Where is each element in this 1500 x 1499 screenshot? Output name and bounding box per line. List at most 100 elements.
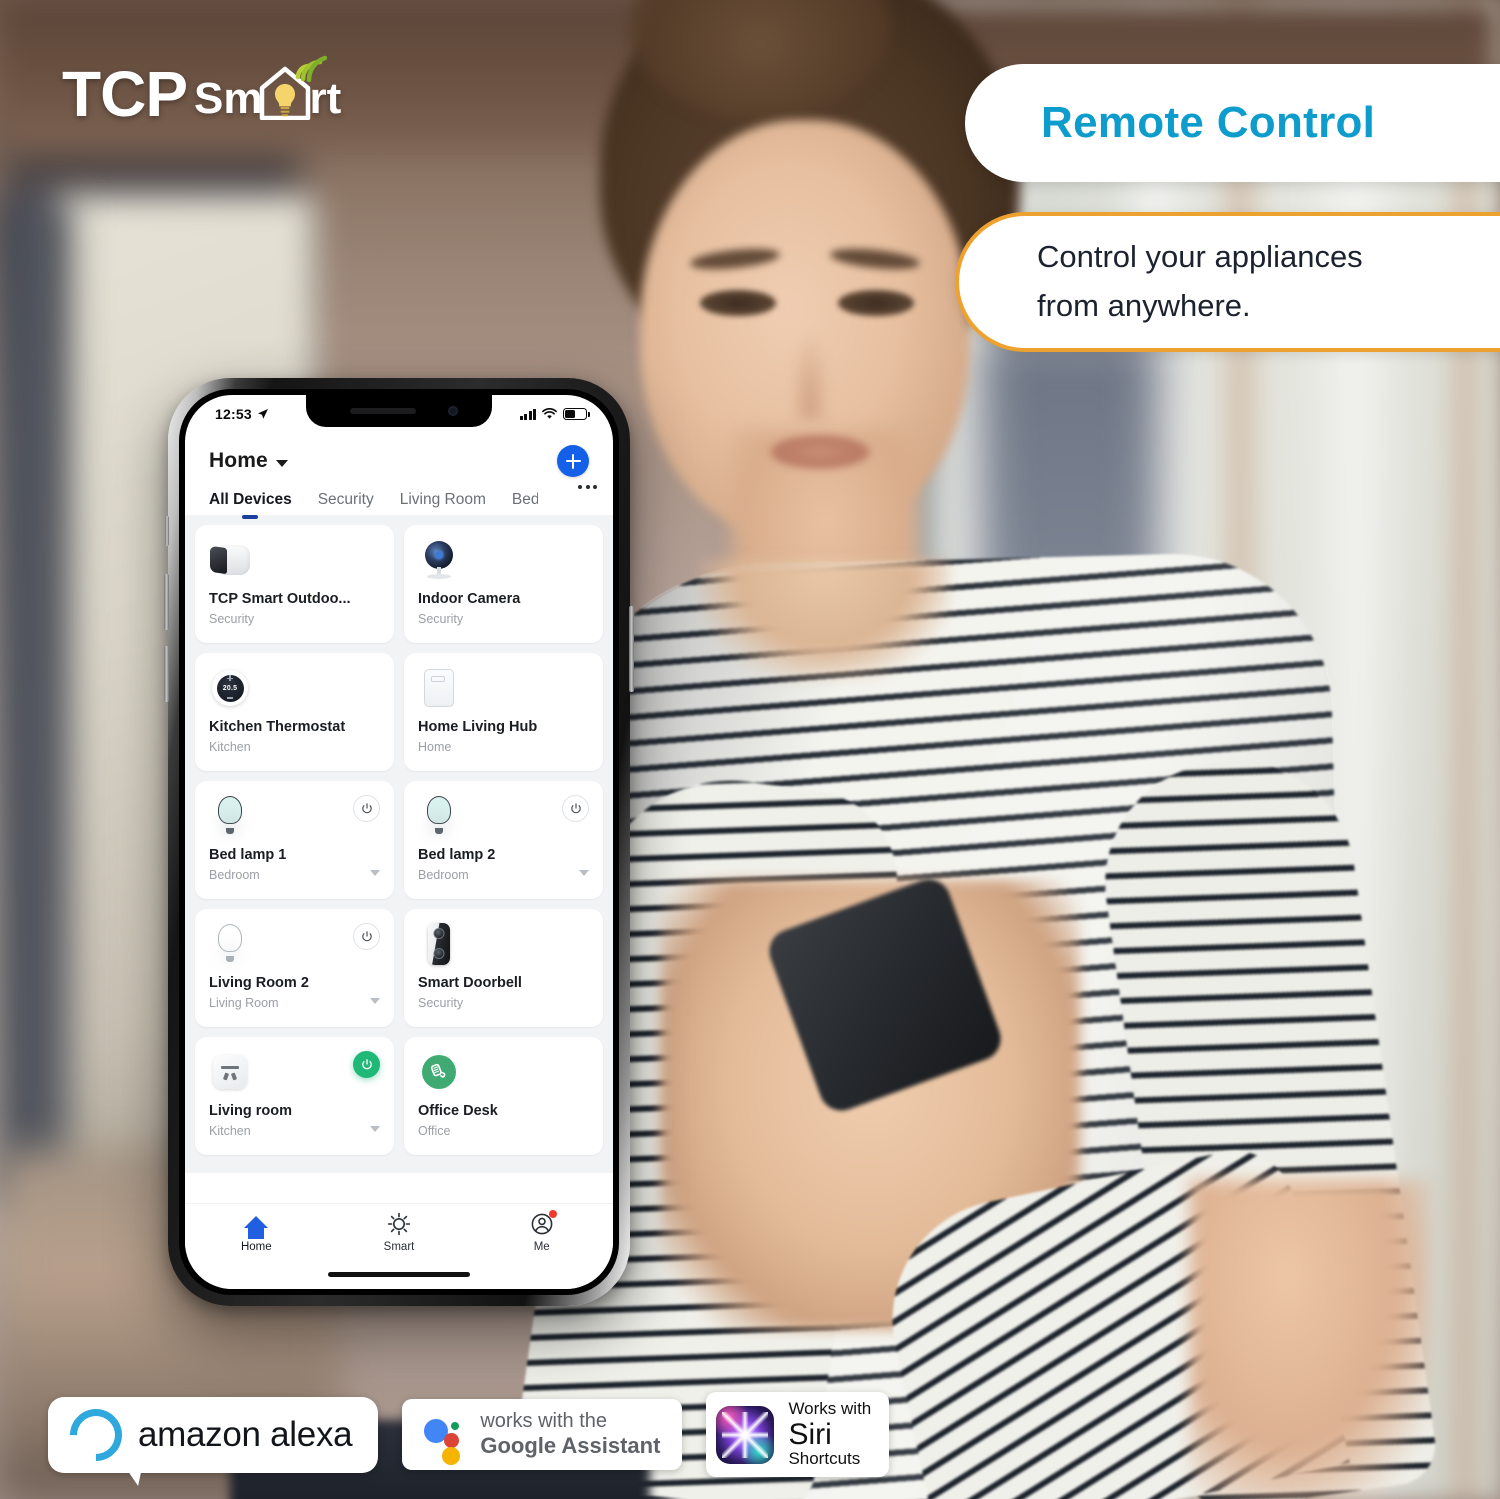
wifi-icon: [542, 408, 557, 419]
chevron-down-icon[interactable]: [370, 869, 380, 876]
tab-all-devices[interactable]: All Devices: [209, 491, 292, 519]
status-bar-time: 12:53: [215, 406, 252, 422]
more-horizontal-icon[interactable]: [578, 485, 597, 489]
phone-volume-up-button[interactable]: [164, 574, 169, 630]
chevron-down-icon[interactable]: [370, 1125, 380, 1132]
nav-item-smart[interactable]: Smart: [328, 1212, 471, 1253]
profile-icon: [530, 1210, 557, 1236]
socket-icon: [209, 1051, 251, 1093]
logo-house-bulb-icon: [259, 55, 328, 120]
nav-item-me[interactable]: Me: [470, 1210, 613, 1253]
device-card[interactable]: Smart Doorbell Security: [404, 909, 603, 1027]
front-camera-icon: [448, 406, 458, 416]
device-power-toggle[interactable]: [353, 1051, 380, 1078]
tab-security[interactable]: Security: [318, 491, 374, 515]
device-name: Bed lamp 2: [418, 847, 496, 863]
device-card[interactable]: Office Desk Office: [404, 1037, 603, 1155]
location-arrow-icon: [257, 409, 268, 419]
device-room: Bedroom: [209, 868, 260, 882]
device-card[interactable]: Living Room 2 Living Room: [195, 909, 394, 1027]
device-card[interactable]: Bed lamp 1 Bedroom: [195, 781, 394, 899]
phone-power-button[interactable]: [629, 606, 634, 692]
google-assistant-dots-icon: [424, 1413, 464, 1465]
chevron-down-icon[interactable]: [370, 997, 380, 1004]
wifi-signal-icon: [296, 55, 328, 82]
smart-plug-icon: [418, 1051, 460, 1093]
add-device-button[interactable]: [557, 445, 589, 477]
power-icon: [361, 802, 372, 813]
thermostat-icon: 20.5: [209, 667, 251, 709]
photo-person-nose: [790, 330, 830, 420]
logo-tcp-text: TCP: [62, 58, 188, 131]
headline-text: Remote Control: [1041, 98, 1376, 147]
nav-item-home[interactable]: Home: [185, 1212, 328, 1253]
photo-person-elbow: [1190, 1180, 1430, 1499]
earpiece-speaker: [350, 408, 416, 414]
device-name: Home Living Hub: [418, 719, 538, 735]
tab-all-devices-label: All Devices: [209, 491, 292, 508]
device-room: Security: [418, 612, 464, 626]
outdoor-camera-icon: [209, 539, 251, 581]
device-power-toggle[interactable]: [353, 923, 380, 950]
device-card[interactable]: Indoor Camera Security: [404, 525, 603, 643]
home-selector-label: Home: [209, 449, 268, 472]
phone-notch: [306, 395, 492, 427]
cellular-signal-icon: [519, 408, 536, 420]
plug-cable-icon: [430, 1063, 446, 1078]
nav-item-home-label: Home: [240, 1241, 272, 1253]
device-power-toggle[interactable]: [353, 795, 380, 822]
tab-living-room[interactable]: Living Room: [400, 491, 486, 515]
power-icon: [570, 802, 581, 813]
subheadline-line-1: Control your appliances: [1037, 239, 1363, 275]
light-bulb-off-icon: [209, 923, 251, 965]
light-bulb-icon: [418, 795, 460, 837]
tab-security-label: Security: [317, 491, 374, 508]
device-room: Home: [418, 740, 452, 754]
photo-person-eye-left: [700, 290, 776, 316]
device-room: Security: [418, 996, 464, 1010]
device-name: Bed lamp 1: [209, 847, 287, 863]
partner-badges: amazon alexa works with the Google Assis…: [48, 1392, 890, 1486]
headline-banner: Remote Control: [965, 64, 1500, 182]
nav-item-me-label: Me: [533, 1241, 550, 1253]
home-indicator-bar[interactable]: [328, 1272, 470, 1277]
phone-volume-down-button[interactable]: [164, 646, 169, 702]
chevron-down-icon[interactable]: [579, 869, 589, 876]
siri-icon: [716, 1405, 775, 1464]
device-card[interactable]: TCP Smart Outdoo... Security: [195, 525, 394, 643]
bottom-navigation: Home Smart Me: [185, 1203, 613, 1289]
logo-rt-text: rt: [309, 74, 342, 124]
device-grid-scroll[interactable]: TCP Smart Outdoo... Security Indoor Came…: [185, 515, 613, 1173]
device-name: TCP Smart Outdoo...: [209, 591, 351, 607]
amazon-alexa-badge: amazon alexa: [48, 1396, 379, 1486]
tcp-smart-logo: TCP Sm rt: [62, 55, 342, 131]
photo-person-eye-right: [838, 290, 914, 316]
doorbell-icon: [418, 923, 460, 965]
device-room: Bedroom: [418, 868, 469, 882]
thermostat-temperature: 20.5: [222, 684, 238, 692]
light-bulb-icon: [209, 795, 251, 837]
photo-left-edge: [0, 200, 70, 1200]
device-power-toggle[interactable]: [562, 795, 589, 822]
tab-bedroom[interactable]: Bed: [512, 491, 538, 515]
alexa-badge-text: amazon alexa: [138, 1414, 353, 1454]
app-header: Home: [185, 429, 613, 481]
device-card[interactable]: Bed lamp 2 Bedroom: [404, 781, 603, 899]
google-badge-line-2: Google Assistant: [480, 1433, 661, 1459]
phone-mockup: 12:53 Home All Devices Security Living R…: [164, 378, 634, 1306]
device-card[interactable]: Living room Kitchen: [195, 1037, 394, 1155]
phone-mute-switch[interactable]: [165, 516, 169, 546]
device-grid: TCP Smart Outdoo... Security Indoor Came…: [195, 525, 603, 1155]
chevron-down-icon: [275, 459, 288, 467]
device-card[interactable]: Home Living Hub Home: [404, 653, 603, 771]
device-name: Smart Doorbell: [418, 975, 522, 991]
battery-icon: [563, 408, 590, 420]
device-room: Kitchen: [209, 1124, 251, 1138]
photo-person-collar: [700, 560, 950, 680]
home-selector[interactable]: Home: [209, 449, 288, 473]
google-badge-line-1: works with the: [480, 1409, 608, 1432]
device-card[interactable]: 20.5 Kitchen Thermostat Kitchen: [195, 653, 394, 771]
device-name: Living Room 2: [209, 975, 309, 991]
tab-active-indicator: [242, 515, 259, 519]
device-room: Office: [418, 1124, 451, 1138]
